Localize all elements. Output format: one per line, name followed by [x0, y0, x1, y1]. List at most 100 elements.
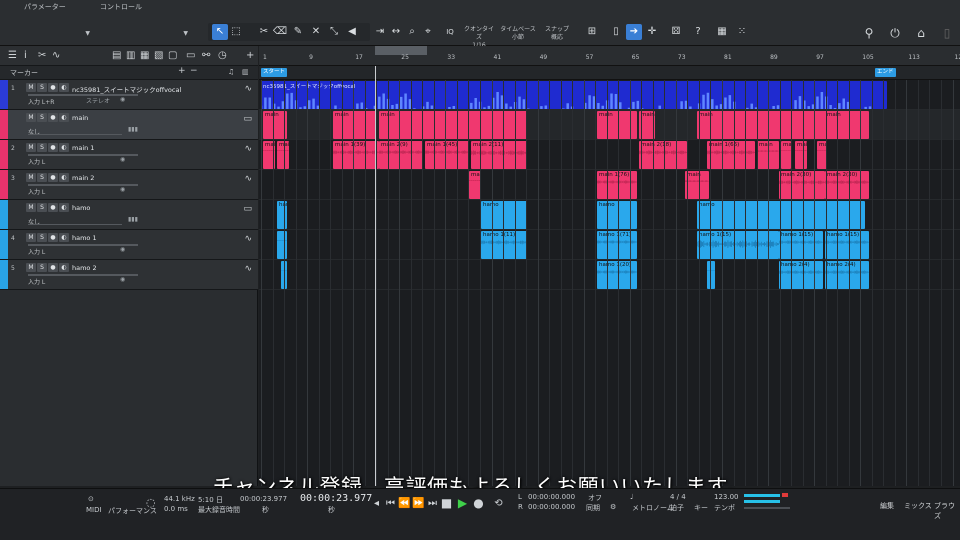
- arrow-tool-icon[interactable]: ↖: [212, 24, 228, 40]
- key-label[interactable]: キー: [694, 503, 708, 513]
- event-icon[interactable]: ▯: [608, 24, 624, 40]
- audio-clip[interactable]: hamo: [481, 201, 527, 229]
- track-input[interactable]: 入力 L: [28, 157, 45, 166]
- loop-icon[interactable]: ⟲: [492, 497, 505, 510]
- dice-icon[interactable]: ⚄: [668, 24, 684, 40]
- track-toggle-icon[interactable]: ◉: [120, 276, 125, 283]
- add-track-icon[interactable]: +: [246, 50, 254, 61]
- end-marker[interactable]: エンド: [875, 68, 896, 77]
- track-input[interactable]: 入力 L: [28, 277, 45, 286]
- audio-clip[interactable]: main: [333, 111, 377, 139]
- listen-tool-icon[interactable]: ◀: [344, 24, 360, 40]
- settings-icon[interactable]: ⚙: [610, 503, 616, 511]
- track-header[interactable]: 2 M S ● ◐ main 1 入力 L ∿ ◉: [0, 140, 258, 170]
- pencil-tool-icon[interactable]: ✎: [290, 24, 306, 40]
- autoscroll-icon[interactable]: ➔: [626, 24, 642, 40]
- zoom-icon[interactable]: ⌕: [404, 24, 420, 40]
- play-icon[interactable]: ▶: [456, 497, 469, 510]
- folder-route-dropdown[interactable]: [28, 127, 122, 135]
- mute-button[interactable]: M: [26, 263, 36, 272]
- waveform-icon[interactable]: ∿: [244, 144, 252, 154]
- layout-icon[interactable]: ▤: [112, 50, 121, 61]
- iq-button[interactable]: IQ: [442, 24, 458, 40]
- split-tool-icon[interactable]: ✂: [256, 24, 272, 40]
- track-name[interactable]: hamo: [72, 204, 90, 212]
- record-arm-button[interactable]: ●: [48, 203, 58, 212]
- midi-monitor-icon[interactable]: ⊙: [88, 495, 94, 503]
- stop-icon[interactable]: ■: [440, 497, 453, 510]
- track-name[interactable]: nc35981_スイートマジックoffvocal: [72, 84, 181, 94]
- note-icon[interactable]: ♫: [228, 68, 234, 76]
- folder-route-dropdown[interactable]: [28, 217, 122, 225]
- audio-clip[interactable]: hamo 1(15): [697, 231, 779, 259]
- user-icon[interactable]: ⚲: [862, 26, 876, 40]
- audio-clip[interactable]: hamo 1(15): [825, 231, 869, 259]
- mute-button[interactable]: M: [26, 113, 36, 122]
- tempo-value[interactable]: 123.00: [714, 493, 739, 501]
- audio-clip[interactable]: [277, 231, 287, 259]
- master-volume-slider[interactable]: [744, 507, 790, 509]
- audio-clip[interactable]: hamo 1(15): [779, 231, 823, 259]
- bend-tool-icon[interactable]: ⤡: [326, 24, 342, 40]
- audio-clip[interactable]: nc35981_スイートマジックoffvocal: [261, 81, 887, 109]
- audio-clip[interactable]: main: [795, 141, 807, 169]
- solo-button[interactable]: S: [37, 233, 47, 242]
- audio-clip[interactable]: main: [825, 111, 869, 139]
- audio-clip[interactable]: hamo 2(4): [779, 261, 823, 289]
- mix-view-button[interactable]: ミックス: [904, 501, 932, 511]
- power-icon[interactable]: ⏻: [888, 26, 902, 40]
- arrange-view[interactable]: 1 9 17 25 33 41 49 57 65 73 81 89 97 105 113 121 スタート エ…: [259, 46, 960, 486]
- metronome-icon[interactable]: ♩: [630, 493, 633, 501]
- mute-button[interactable]: M: [26, 203, 36, 212]
- tools-icon[interactable]: ✂: [38, 50, 46, 61]
- audio-clip[interactable]: main: [781, 141, 791, 169]
- window-icon[interactable]: ▢: [168, 50, 177, 61]
- link-icon[interactable]: ⚯: [202, 50, 210, 61]
- track-header[interactable]: M S ● ◐ main なし ▭ ▮▮▮: [0, 110, 258, 140]
- snap-grid-icon[interactable]: ⊞: [584, 24, 600, 40]
- grid-view-icon[interactable]: ▦: [140, 50, 149, 61]
- monitor-button[interactable]: ◐: [59, 143, 69, 152]
- rewind-start-icon[interactable]: ⏮: [384, 497, 397, 510]
- audio-clip[interactable]: hamo: [277, 201, 287, 229]
- solo-button[interactable]: S: [37, 203, 47, 212]
- add-marker-icon[interactable]: +: [178, 66, 186, 76]
- track-name[interactable]: hamo 2: [72, 264, 97, 272]
- info-icon[interactable]: i: [24, 50, 27, 61]
- audio-clip[interactable]: hamo 1(20): [597, 261, 637, 289]
- grid-menu-icon[interactable]: ⁙: [734, 24, 750, 40]
- video-icon[interactable]: ▦: [714, 24, 730, 40]
- audio-clip[interactable]: main 2(30): [825, 171, 869, 199]
- waveform-icon[interactable]: ∿: [244, 174, 252, 184]
- track-name[interactable]: main 1: [72, 144, 94, 152]
- primary-time-unit[interactable]: 秒: [328, 505, 335, 515]
- audio-clip[interactable]: hamo 1(71): [597, 231, 637, 259]
- waveform-icon[interactable]: ∿: [244, 84, 252, 94]
- mute-button[interactable]: M: [26, 173, 36, 182]
- timer-icon[interactable]: ◷: [218, 50, 227, 61]
- eraser-tool-icon[interactable]: ⌫: [272, 24, 288, 40]
- solo-button[interactable]: S: [37, 143, 47, 152]
- audio-clip[interactable]: main 1(76): [597, 171, 637, 199]
- track-name[interactable]: main 2: [72, 174, 94, 182]
- track-header[interactable]: 1 M S ● ◐ nc35981_スイートマジックoffvocal 入力 L+R ステレオ ∿…: [0, 80, 258, 110]
- track-header[interactable]: M S ● ◐ hamo なし ▭ ▮▮▮: [0, 200, 258, 230]
- browse-view-button[interactable]: ブラウズ: [934, 501, 960, 521]
- mute-tool-icon[interactable]: ✕: [308, 24, 324, 40]
- audio-clip[interactable]: main 1(66): [707, 141, 755, 169]
- monitor-button[interactable]: ◐: [59, 263, 69, 272]
- track-toggle-icon[interactable]: ◉: [120, 246, 125, 253]
- timeline-ruler[interactable]: 1 9 17 25 33 41 49 57 65 73 81 89 97 105 113 121: [259, 46, 960, 66]
- start-marker[interactable]: スタート: [261, 68, 288, 77]
- record-arm-button[interactable]: ●: [48, 173, 58, 182]
- track-toggle-icon[interactable]: ◉: [120, 186, 125, 193]
- crosshair-icon[interactable]: ✛: [644, 24, 660, 40]
- audio-clip[interactable]: main: [685, 171, 709, 199]
- track-toggle-icon[interactable]: ◉: [120, 96, 125, 103]
- scrub-icon[interactable]: ⌖: [420, 24, 436, 40]
- loop-back-icon[interactable]: ◂: [370, 497, 383, 510]
- record-arm-button[interactable]: ●: [48, 263, 58, 272]
- time-signature[interactable]: 4 / 4: [670, 493, 686, 501]
- solo-button[interactable]: S: [37, 263, 47, 272]
- left-locator-time[interactable]: 00:00:00.000: [528, 493, 575, 501]
